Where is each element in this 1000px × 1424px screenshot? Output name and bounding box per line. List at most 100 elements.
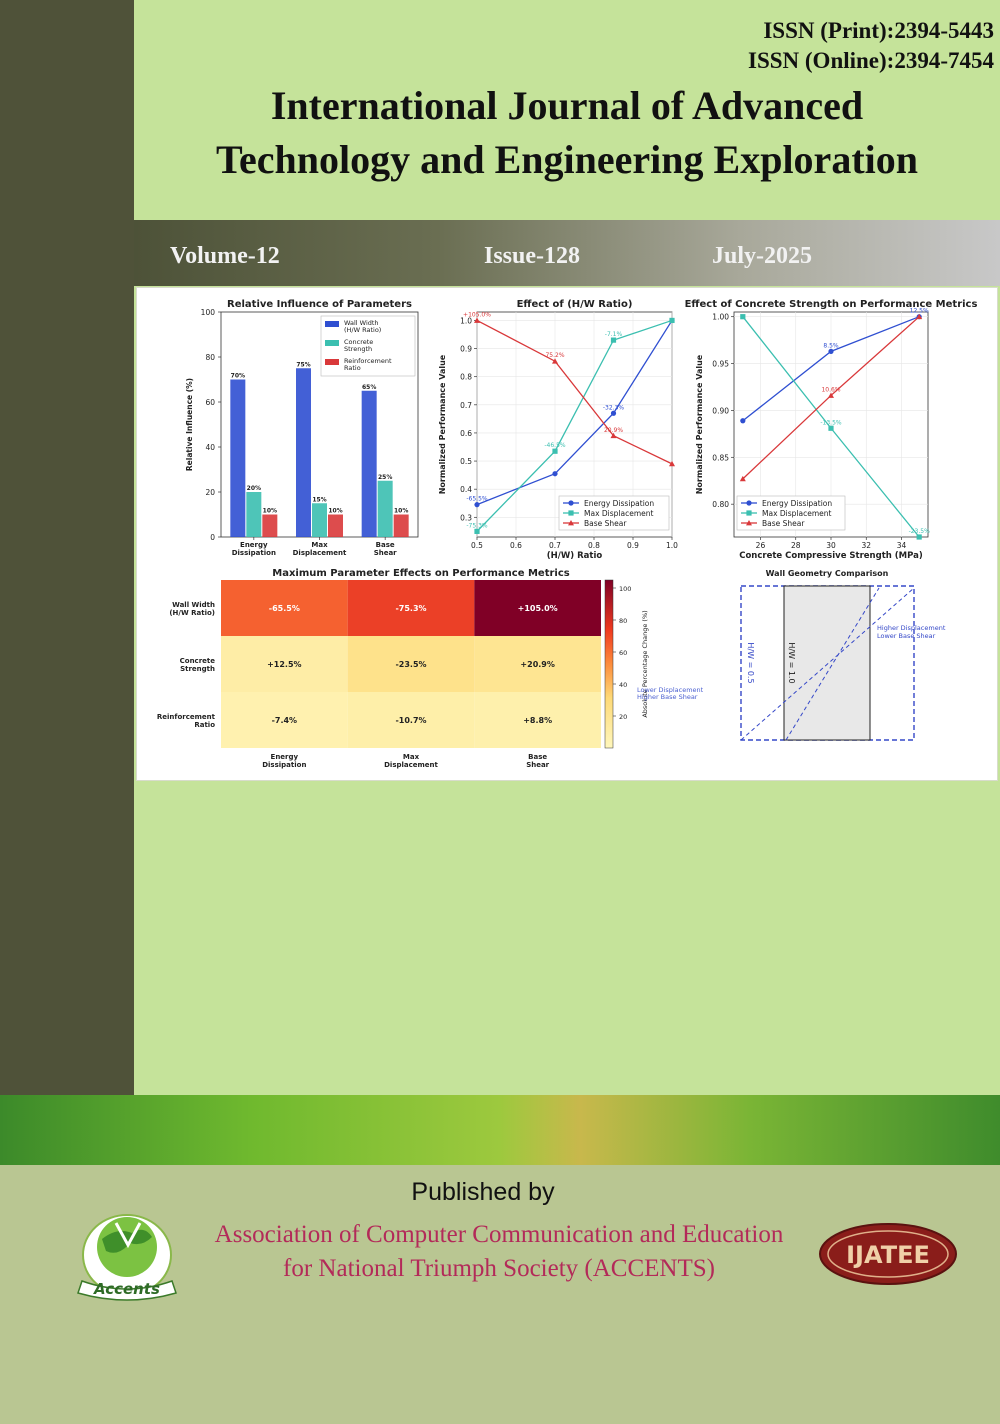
colorbar-tick-label: 80 <box>619 617 627 625</box>
hw-chart-y-tick-label: 0.5 <box>460 457 472 466</box>
bar-value-label: 10% <box>328 508 342 515</box>
strength-chart-point <box>828 348 834 354</box>
strength-chart-y-tick-label: 0.95 <box>712 360 729 369</box>
strength-chart-point-label: -13.5% <box>820 419 842 426</box>
hw-chart-point-label: -65.5% <box>466 496 488 503</box>
bar <box>377 480 393 537</box>
hw-chart-x-tick-label: 0.7 <box>549 541 561 550</box>
hw-chart-y-tick-label: 0.7 <box>460 401 472 410</box>
bar <box>361 390 377 537</box>
ijatee-logo-text: IJATEE <box>846 1241 930 1269</box>
strength-chart-point-label: 10.6% <box>821 386 840 393</box>
cover-figure-charts: Relative Influence of Parameters 0 20 40 60 8… <box>157 299 978 769</box>
strength-chart-y-tick-label: 0.90 <box>712 406 729 415</box>
hw-chart-point <box>610 410 617 416</box>
hw-chart-y-axis-label: Normalized Performance Value <box>438 354 447 494</box>
bar-legend-label: (H/W Ratio) <box>344 326 381 334</box>
hw-chart-point-label: -46.5% <box>544 442 566 449</box>
bar-y-axis-label: Relative Influence (%) <box>185 378 194 471</box>
strength-chart-legend-label: Max Displacement <box>762 509 832 518</box>
bar-x-tick-label: Energy <box>240 541 268 549</box>
heatmap-cell-label: -23.5% <box>395 660 426 669</box>
heatmap-row-label: Reinforcement <box>157 713 216 721</box>
bar-y-tick-label: 80 <box>205 353 215 362</box>
hw-chart-point <box>610 337 617 343</box>
hw-chart-title: Effect of (H/W Ratio) <box>517 299 633 310</box>
hw-chart-point-label: 75.2% <box>545 352 564 359</box>
heatmap-col-label: Displacement <box>384 761 438 769</box>
colorbar-tick-label: 40 <box>619 681 627 689</box>
hw-chart-y-tick-label: 0.4 <box>460 485 472 494</box>
bar-value-label: 10% <box>394 508 408 515</box>
bar-x-tick-label: Dissipation <box>232 549 276 557</box>
strength-chart-x-tick-label: 28 <box>791 541 801 550</box>
hw-chart-legend-label: Max Displacement <box>584 509 654 518</box>
hw-chart-point-label: 20.9% <box>604 427 623 434</box>
heatmap-col-label: Shear <box>526 761 549 769</box>
ijatee-logo: IJATEE <box>819 1223 957 1285</box>
heatmap-row-label: Concrete <box>180 657 216 665</box>
colorbar-label: Absolute Percentage Change (%) <box>641 610 649 717</box>
heatmap-annotation: Higher Base Shear <box>637 693 698 701</box>
bar <box>296 368 311 537</box>
hw-chart-x-tick-label: 0.6 <box>510 541 522 550</box>
strength-chart-title: Effect of Concrete Strength on Performan… <box>685 299 978 310</box>
heatmap-col-label: Max <box>403 753 420 761</box>
bar-y-tick-label: 0 <box>210 533 215 542</box>
strength-chart-y-tick-label: 0.85 <box>712 453 729 462</box>
strength-chart-x-tick-label: 32 <box>861 541 871 550</box>
accents-logo-text: Accents <box>93 1280 160 1298</box>
heatmap-cell-label: -65.5% <box>269 604 300 613</box>
wall-annotation: Lower Base Shear <box>877 632 936 640</box>
hw-chart-point <box>669 317 675 324</box>
bar-x-tick-label: Displacement <box>293 549 347 557</box>
hw-chart-point-label: +105.0% <box>463 311 491 318</box>
hw-chart-point <box>552 448 558 454</box>
heatmap-cell-label: -10.7% <box>395 716 426 725</box>
strength-chart-y-tick-label: 0.80 <box>712 500 729 509</box>
sidebar-band <box>0 0 134 1095</box>
hw-chart-point-label: -7.1% <box>605 331 623 338</box>
strength-chart-point-label: 8.5% <box>823 342 839 349</box>
strength-chart-legend-marker <box>746 510 752 516</box>
heatmap-cell-label: +8.8% <box>523 716 552 725</box>
bar-legend-swatch <box>325 340 339 346</box>
strength-chart-x-tick-label: 26 <box>756 541 766 550</box>
bar-x-tick-label: Shear <box>374 549 397 557</box>
strength-chart-legend-marker <box>746 500 752 506</box>
issn-print: ISSN (Print):2394-5443 <box>763 18 994 43</box>
strength-chart-point <box>916 534 922 540</box>
strength-chart-y-tick-label: 1.00 <box>712 313 729 322</box>
heatmap-cell-label: +105.0% <box>518 604 558 613</box>
wall-diagram-title: Wall Geometry Comparison <box>766 569 889 578</box>
colorbar-tick-label: 100 <box>619 585 631 593</box>
bar-value-label: 25% <box>378 474 392 481</box>
bar-y-tick-label: 60 <box>205 398 215 407</box>
heatmap-col-label: Base <box>528 753 547 761</box>
accents-logo: Accents <box>77 1214 177 1301</box>
strength-chart-x-tick-label: 30 <box>826 541 836 550</box>
bar-value-label: 20% <box>247 485 261 492</box>
strength-chart-x-axis-label: Concrete Compressive Strength (MPa) <box>739 551 923 561</box>
bar-legend-label: Strength <box>344 345 372 353</box>
strength-chart-point <box>740 418 746 424</box>
heatmap-col-label: Energy <box>271 753 299 761</box>
bar-chart-title: Relative Influence of Parameters <box>227 299 412 310</box>
bar <box>328 514 343 537</box>
heatmap-cell-label: -75.3% <box>395 604 426 613</box>
hw-chart-point-label: -75.3% <box>466 522 488 529</box>
heatmap-cell-label: +20.9% <box>520 660 554 669</box>
bar-value-label: 15% <box>312 496 326 503</box>
wall-label-narrow: H/W = 1.0 <box>787 642 796 683</box>
hw-chart-x-axis-label: (H/W) Ratio <box>547 551 603 561</box>
heatmap-cell-label: +12.5% <box>267 660 301 669</box>
hw-chart-x-tick-label: 0.9 <box>627 541 639 550</box>
hw-chart-legend-marker <box>568 500 574 506</box>
hw-chart-y-tick-label: 0.3 <box>460 513 472 522</box>
bar-legend-label: Ratio <box>344 364 361 372</box>
heatmap-cell-label: -7.4% <box>272 716 298 725</box>
hw-chart-legend-label: Base Shear <box>584 519 627 528</box>
hw-chart-point <box>474 502 480 508</box>
heatmap-title: Maximum Parameter Effects on Performance… <box>272 568 569 579</box>
bar-y-tick-label: 20 <box>205 488 215 497</box>
